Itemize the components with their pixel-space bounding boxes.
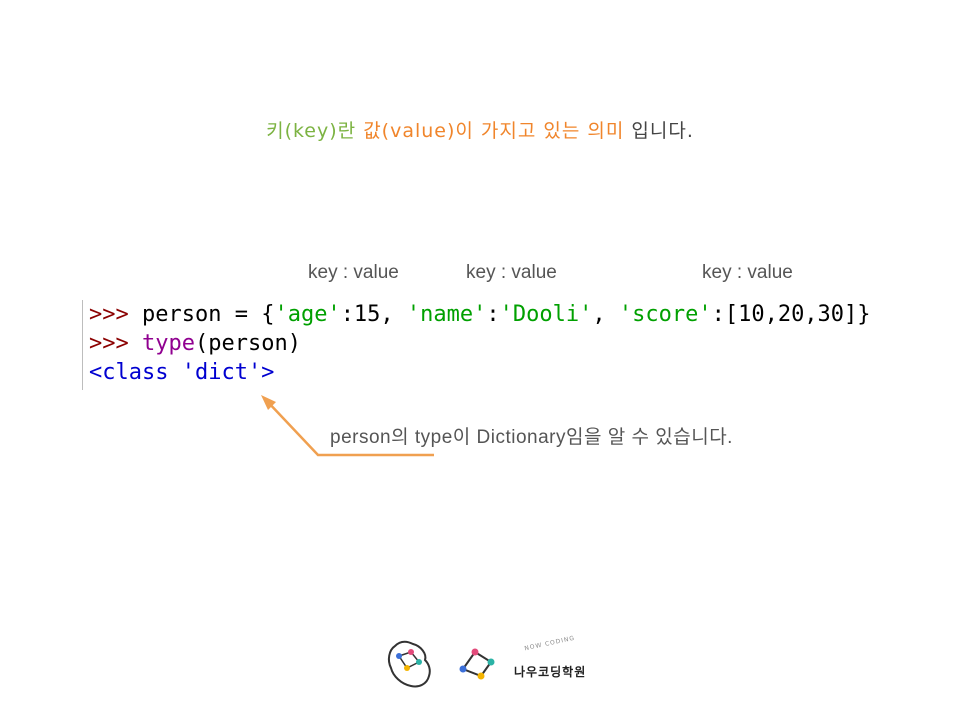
annotation-note: person의 type이 Dictionary임을 알 수 있습니다. <box>330 427 733 448</box>
logo-name: 나우코딩학원 <box>514 665 587 679</box>
annotation-arrow <box>261 395 434 457</box>
network-icon <box>459 648 495 680</box>
brain-icon <box>387 640 431 688</box>
